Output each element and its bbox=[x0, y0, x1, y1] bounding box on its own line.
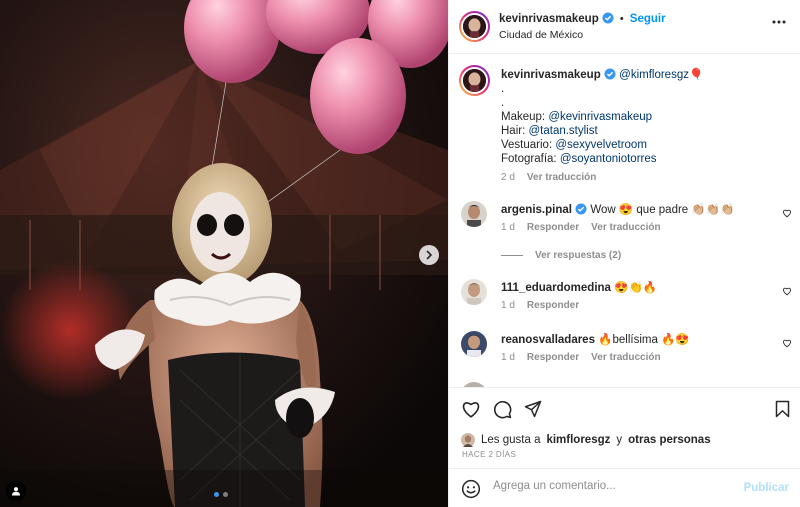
heart-icon[interactable] bbox=[461, 400, 481, 418]
comment-avatar-image bbox=[461, 279, 487, 305]
caption-credit-makeup: Makeup: @kevinrivasmakeup bbox=[501, 110, 791, 124]
credit-label: Makeup: bbox=[501, 111, 549, 123]
post-location[interactable]: Ciudad de México bbox=[499, 29, 583, 41]
post-media[interactable] bbox=[0, 0, 448, 507]
publish-button[interactable]: Publicar bbox=[744, 482, 789, 494]
comment-meta: 1 d Responder Ver traducción bbox=[501, 352, 661, 363]
replies-divider bbox=[501, 255, 523, 256]
comment-username[interactable]: 111_eduardomedina bbox=[501, 282, 611, 294]
post-sidebar: kevinrivasmakeup • Seguir Ciudad de Méxi… bbox=[448, 0, 800, 507]
comments-list[interactable]: kevinrivasmakeup @kimfloresgz🎈 . . Makeu… bbox=[449, 55, 800, 387]
comment-time[interactable]: 1 d bbox=[501, 300, 515, 311]
credit-label: Hair: bbox=[501, 125, 529, 137]
comment-text: Wow 😍 que padre 👏🏼👏🏼👏🏼 bbox=[590, 204, 735, 216]
credit-handle[interactable]: @sexyvelvetroom bbox=[555, 139, 647, 151]
author-username[interactable]: kevinrivasmakeup bbox=[499, 13, 599, 25]
comment: reanosvalladares 🔥bellísima 🔥😍 bbox=[501, 332, 690, 346]
share-icon[interactable] bbox=[524, 400, 542, 418]
tagged-users-button[interactable] bbox=[6, 481, 26, 501]
carousel-indicator bbox=[214, 492, 228, 497]
verified-icon bbox=[602, 12, 614, 24]
carousel-dot bbox=[223, 492, 228, 497]
likes-summary[interactable]: Les gusta a kimfloresgz y otras personas bbox=[461, 433, 711, 447]
caption: kevinrivasmakeup @kimfloresgz🎈 . . Makeu… bbox=[501, 68, 791, 183]
caption-time[interactable]: 2 d bbox=[501, 172, 515, 183]
comment: argenis.pinal Wow 😍 que padre 👏🏼👏🏼👏🏼 bbox=[501, 202, 734, 216]
post-actions: Les gusta a kimfloresgz y otras personas… bbox=[449, 387, 800, 467]
header-separator: • bbox=[619, 13, 624, 25]
heart-icon[interactable] bbox=[782, 286, 792, 296]
author-avatar[interactable] bbox=[459, 11, 490, 42]
next-slide-button[interactable] bbox=[419, 245, 439, 265]
smile-icon[interactable] bbox=[461, 479, 481, 499]
follow-button[interactable]: Seguir bbox=[630, 13, 666, 25]
view-replies-label: Ver respuestas (2) bbox=[535, 250, 622, 261]
caption-credit-wardrobe: Vestuario: @sexyvelvetroom bbox=[501, 138, 791, 152]
bookmark-icon[interactable] bbox=[775, 400, 790, 418]
heart-icon[interactable] bbox=[782, 208, 792, 218]
post-photo bbox=[0, 0, 448, 507]
balloon-emoji: 🎈 bbox=[688, 69, 704, 81]
view-replies-button[interactable]: Ver respuestas (2) bbox=[501, 250, 621, 261]
caption-author-avatar[interactable] bbox=[459, 65, 490, 96]
translate-button[interactable]: Ver traducción bbox=[591, 352, 660, 363]
comment-icon[interactable] bbox=[493, 400, 512, 419]
likes-others[interactable]: otras personas bbox=[628, 434, 710, 446]
comment-time[interactable]: 1 d bbox=[501, 222, 515, 233]
reply-button[interactable]: Responder bbox=[527, 300, 579, 311]
comment-avatar[interactable] bbox=[461, 201, 487, 227]
user-tag-icon bbox=[12, 487, 20, 496]
caption-line: . bbox=[501, 83, 505, 95]
more-icon[interactable] bbox=[772, 20, 786, 24]
comment: 111_eduardomedina 😍👏🔥 bbox=[501, 280, 657, 294]
caption-line: . bbox=[501, 97, 505, 109]
translate-button[interactable]: Ver traducción bbox=[591, 222, 660, 233]
carousel-dot-active bbox=[214, 492, 219, 497]
author-avatar-image bbox=[463, 15, 486, 38]
caption-username[interactable]: kevinrivasmakeup bbox=[501, 69, 601, 81]
credit-label: Fotografía: bbox=[501, 153, 560, 165]
reply-button[interactable]: Responder bbox=[527, 222, 579, 233]
caption-credit-hair: Hair: @tatan.stylist bbox=[501, 124, 791, 138]
likes-user[interactable]: kimfloresgz bbox=[546, 434, 610, 446]
comment-composer: Publicar bbox=[449, 468, 800, 507]
caption-avatar-image bbox=[463, 69, 486, 92]
comment-avatar[interactable] bbox=[461, 331, 487, 357]
comment-time[interactable]: 1 d bbox=[501, 352, 515, 363]
verified-icon bbox=[604, 68, 616, 80]
likes-joiner: y bbox=[616, 434, 623, 446]
comment-avatar-image bbox=[461, 331, 487, 357]
chevron-right-icon bbox=[426, 250, 433, 260]
credit-handle[interactable]: @soyantoniotorres bbox=[560, 153, 657, 165]
post-timestamp[interactable]: HACE 2 DÍAS bbox=[462, 450, 516, 459]
verified-icon bbox=[575, 203, 587, 215]
caption-credit-photo: Fotografía: @soyantoniotorres bbox=[501, 152, 791, 166]
comment-username[interactable]: argenis.pinal bbox=[501, 204, 572, 216]
liker-avatar bbox=[461, 433, 475, 447]
comment-username[interactable]: reanosvalladares bbox=[501, 334, 595, 346]
comment-text: 🔥bellísima 🔥😍 bbox=[598, 334, 690, 346]
reply-button[interactable]: Responder bbox=[527, 352, 579, 363]
heart-icon[interactable] bbox=[782, 338, 792, 348]
comment-text: 😍👏🔥 bbox=[614, 282, 658, 294]
comment-input[interactable] bbox=[493, 480, 733, 492]
likes-prefix: Les gusta a bbox=[481, 434, 541, 446]
comment-avatar-image bbox=[461, 201, 487, 227]
caption-mention[interactable]: @kimfloresgz bbox=[619, 69, 689, 81]
credit-handle[interactable]: @tatan.stylist bbox=[528, 125, 597, 137]
credit-handle[interactable]: @kevinrivasmakeup bbox=[548, 111, 652, 123]
post-header: kevinrivasmakeup • Seguir Ciudad de Méxi… bbox=[449, 0, 800, 54]
comment-avatar[interactable] bbox=[461, 279, 487, 305]
caption-translate-button[interactable]: Ver traducción bbox=[527, 172, 596, 183]
comment-meta: 1 d Responder bbox=[501, 300, 579, 311]
comment-meta: 1 d Responder Ver traducción bbox=[501, 222, 661, 233]
credit-label: Vestuario: bbox=[501, 139, 556, 151]
